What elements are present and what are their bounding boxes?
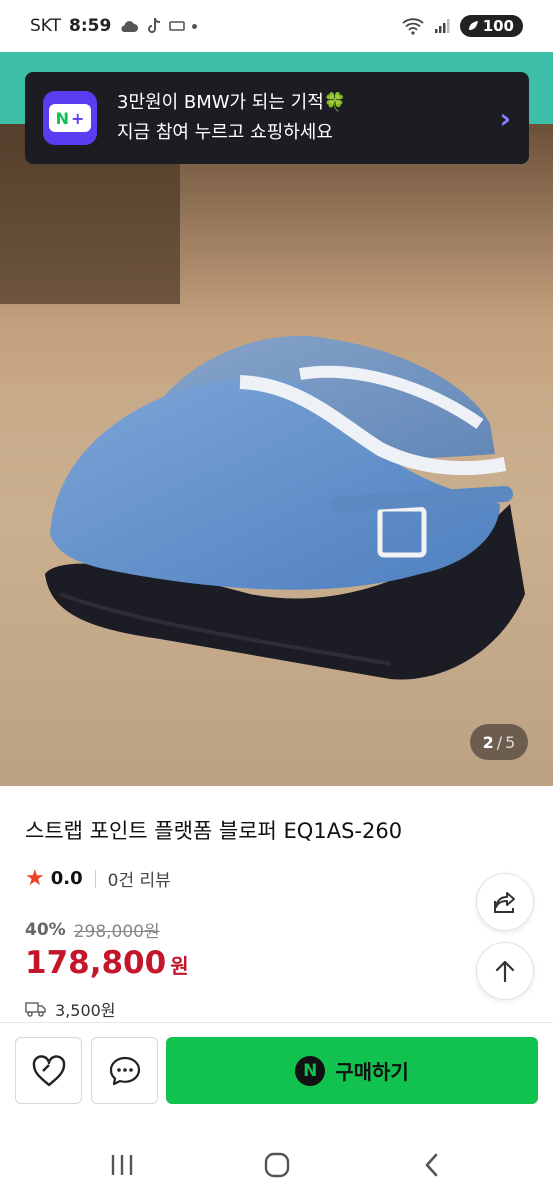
product-image[interactable]: [0, 124, 553, 786]
banner-line-1: 3만원이 BMW가 되는 기적🍀: [117, 92, 347, 113]
divider: [94, 869, 96, 888]
product-title: 스트랩 포인트 플랫폼 블로퍼 EQ1AS-260: [25, 819, 403, 843]
shipping-fee: 3,500원: [55, 1001, 116, 1020]
naver-plus-logo: N +: [43, 91, 97, 145]
rating-row[interactable]: ★ 0.0 0건 리뷰: [25, 866, 171, 891]
share-button[interactable]: [476, 873, 534, 931]
recent-apps-icon: [111, 1155, 133, 1175]
back-button[interactable]: [417, 1150, 447, 1180]
buy-button-label: 구매하기: [335, 1060, 409, 1084]
promo-banner[interactable]: N + 3만원이 BMW가 되는 기적🍀 지금 참여 누르고 쇼핑하세요 ›: [25, 72, 529, 164]
dot-icon: [192, 23, 198, 29]
price-unit: 원: [170, 954, 189, 978]
discount-row: 40% 298,000원: [25, 917, 160, 943]
clog-shoe-illustration: [0, 124, 553, 786]
purchase-action-bar: N 구매하기: [0, 1022, 553, 1124]
star-icon: ★: [25, 866, 45, 891]
carrier-label: SKT: [30, 16, 62, 36]
recent-apps-button[interactable]: [107, 1150, 137, 1180]
wifi-icon: [402, 18, 424, 35]
status-bar: SKT 8:59 100: [0, 0, 553, 52]
cloud-icon: [121, 21, 139, 32]
rating-score: 0.0: [50, 868, 83, 889]
original-price: 298,000원: [73, 922, 160, 942]
battery-level: 100: [482, 17, 514, 35]
clock: 8:59: [69, 16, 112, 36]
home-icon: [264, 1152, 290, 1178]
heart-icon: [32, 1054, 65, 1086]
chevron-right-icon: ›: [499, 101, 511, 135]
npay-icon: N: [295, 1055, 326, 1086]
review-count[interactable]: 0건 리뷰: [108, 866, 171, 891]
banner-line-2: 지금 참여 누르고 쇼핑하세요: [117, 122, 333, 143]
battery-indicator: 100: [459, 15, 523, 37]
share-icon: [494, 892, 515, 913]
discount-rate: 40%: [25, 919, 66, 940]
truck-icon: [25, 1002, 46, 1017]
image-separator: /: [496, 732, 503, 752]
chat-icon: [109, 1056, 140, 1085]
tiktok-icon: [148, 17, 161, 33]
leaf-icon: [468, 21, 478, 30]
sale-price: 178,800 원: [25, 945, 189, 981]
image-total: 5: [505, 732, 516, 752]
home-button[interactable]: [262, 1150, 292, 1180]
back-icon: [425, 1153, 438, 1177]
shipping-info: 3,500원: [25, 997, 116, 1021]
system-nav-bar: [0, 1124, 553, 1200]
arrow-up-icon: [495, 960, 515, 983]
image-page-indicator: 2 / 5: [470, 724, 528, 760]
screen-icon: [169, 21, 186, 31]
scroll-top-button[interactable]: [476, 942, 534, 1000]
image-current: 2: [482, 732, 494, 752]
notification-icons: [119, 17, 198, 35]
buy-button[interactable]: N 구매하기: [166, 1037, 538, 1104]
like-button[interactable]: [15, 1037, 82, 1104]
chat-button[interactable]: [91, 1037, 158, 1104]
signal-icon: [434, 19, 450, 33]
price-value: 178,800: [25, 945, 167, 981]
